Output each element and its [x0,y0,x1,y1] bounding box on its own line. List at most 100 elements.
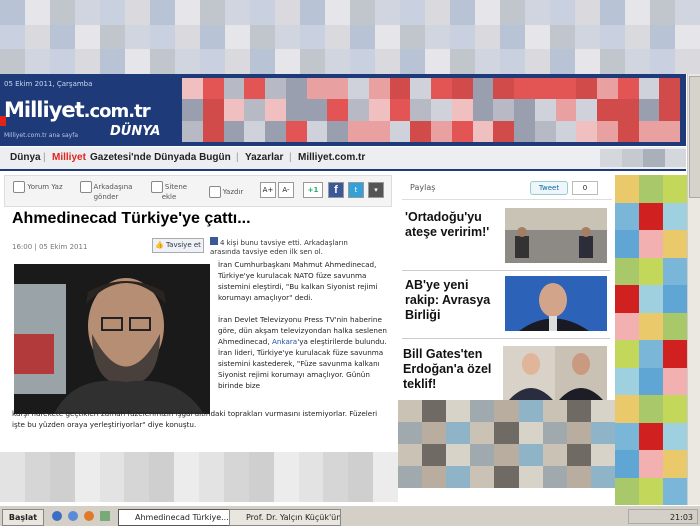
pixel-block [75,0,100,25]
pixel-block [500,24,525,50]
nav-item-dunya[interactable]: Dünya [10,152,41,163]
ankara-link[interactable]: Ankara [272,337,297,346]
home-link[interactable]: Milliyet.com.tr ana sayfa [4,132,78,139]
pixel-block [494,422,519,444]
pixel-block [275,49,300,74]
window-title: Ahmedinecad Türkiye... [135,513,229,522]
pixel-block [182,120,203,142]
scrollbar-thumb[interactable] [689,76,700,198]
pixel-block [597,78,618,100]
pixel-block [446,466,471,488]
pixel-block [518,422,543,444]
nav-item-milliyet[interactable]: Milliyet [52,152,86,163]
comment-button[interactable]: Yorum Yaz [13,181,63,193]
pixel-block [542,422,567,444]
taskbar-window-firefox[interactable]: Ahmedinecad Türkiye... [118,509,232,526]
taskbar-window-second[interactable]: Prof. Dr. Yalçın Küçük'ün ... [229,509,341,526]
pixel-block [451,120,473,142]
pixel-block [639,450,663,478]
pixel-block [285,78,307,100]
nav-item-milliyet-com[interactable]: Milliyet.com.tr [298,152,365,163]
pixel-block [615,422,639,450]
related-story-thumbnail[interactable] [505,208,607,263]
pixel-block [306,99,328,121]
pixel-block [494,444,519,466]
pixel-block [202,99,224,121]
related-story-title[interactable]: AB'ye yeni rakip: Avrasya Birliği [405,278,503,323]
print-button[interactable]: Yazdır [203,186,249,198]
pixel-block [493,78,514,100]
pixel-block [617,78,639,100]
pixel-block [555,78,577,100]
pixel-block [389,78,411,100]
pixel-block [375,0,400,25]
pixel-block [300,0,325,25]
font-increase-button[interactable]: A+ [260,182,276,198]
related-story-thumbnail[interactable] [505,276,607,331]
tweet-button[interactable]: Tweet [530,181,568,195]
pixel-block [327,99,348,121]
pixel-block [50,49,75,74]
google-plus-one-button[interactable]: +1 [303,182,323,198]
pixel-block [534,78,556,100]
add-to-site-button[interactable]: Sitene ekle [145,181,193,202]
start-button[interactable]: Başlat [2,509,44,526]
quick-launch-icon[interactable] [100,511,110,521]
quick-launch-icon[interactable] [84,511,94,521]
pixel-block [518,466,543,488]
pixel-block [273,477,299,502]
more-dropdown-icon[interactable]: ▾ [368,182,384,198]
pixel-block [410,120,431,142]
pixelated-bottom-ad [398,400,615,488]
divider [402,338,610,339]
pixel-block [625,0,650,25]
twitter-icon[interactable]: t [348,182,364,198]
pixel-block [625,24,650,50]
pixel-block [639,340,663,368]
pixel-block [575,24,600,50]
system-tray-clock[interactable]: 21:03 [628,509,698,524]
pixel-block [125,49,150,74]
send-to-friend-button[interactable]: Arkadaşına gönder [75,181,137,202]
nav-separator: | [289,152,292,163]
pixel-block [639,367,663,395]
pixel-block [306,78,328,100]
font-decrease-button[interactable]: A- [278,182,294,198]
pixel-block [400,0,425,25]
pixel-block [223,78,245,100]
pixel-block [422,422,447,444]
pixel-block [555,120,577,142]
pixel-block [643,149,665,167]
comment-label: Yorum Yaz [27,183,63,191]
nav-item-dunyada-bugun[interactable]: Gazetesi'nde Dünyada Bugün [90,152,231,163]
pixel-block [617,99,639,121]
pixel-block [639,422,663,450]
pixel-block [650,24,675,50]
pixel-block [639,285,663,313]
quick-launch-icon[interactable] [68,511,78,521]
arrow-right-icon [79,181,92,193]
pixel-block [650,49,675,74]
facebook-icon[interactable]: f [328,182,344,198]
pixel-block [550,0,575,25]
quick-launch-icon[interactable] [52,511,62,521]
nav-item-yazarlar[interactable]: Yazarlar [245,152,283,163]
pixel-block [250,0,275,25]
pixel-block [223,120,245,142]
article-meta: 16:00 | 05 Ekim 2011 [12,243,88,251]
pixel-block [265,120,286,142]
pixel-block [590,466,615,488]
related-story-thumbnail[interactable] [503,346,607,400]
related-story-title[interactable]: Bill Gates'ten Erdoğan'a özel teklif! [403,347,503,392]
pixel-block [621,149,643,167]
page-scrollbar[interactable] [687,74,700,505]
pixel-block [615,257,639,285]
pixel-block [663,422,687,450]
pixel-block [566,400,591,422]
gates-erdogan-photo [503,346,607,400]
facebook-like-button[interactable]: 👍 Tavsiye et [152,238,204,253]
pixel-block [663,395,687,423]
related-story-title[interactable]: 'Ortadoğu'yu ateşe veririm!' [405,210,503,240]
pixel-block [410,99,431,121]
milliyet-logo[interactable]: Milliyet.com.tr [4,98,151,122]
